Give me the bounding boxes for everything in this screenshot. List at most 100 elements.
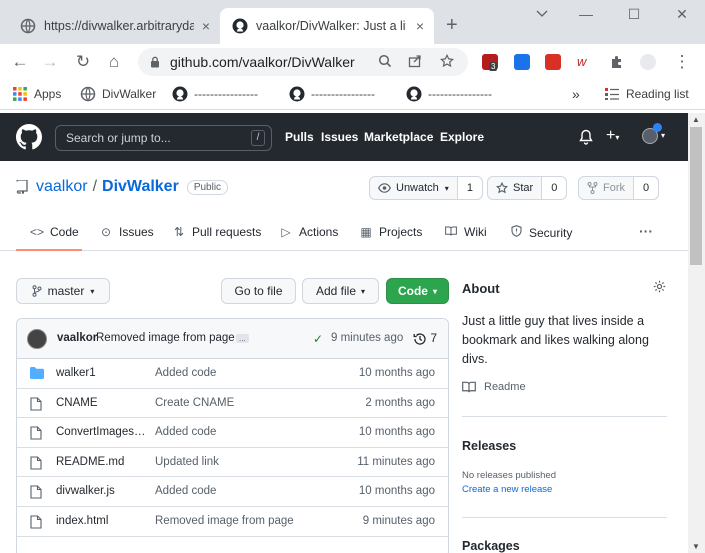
file-name-link[interactable]: index.html (56, 515, 146, 527)
browser-tab-divwalker-site[interactable]: https://divwalker.arbitraryda × (8, 8, 220, 44)
nav-explore[interactable]: Explore (440, 130, 484, 144)
file-commit-message[interactable]: Added code (155, 367, 216, 379)
forward-button[interactable]: → (40, 52, 60, 72)
gear-icon[interactable] (653, 280, 666, 296)
w-extension-icon[interactable]: w (577, 54, 593, 70)
search-shortcut-badge: / (251, 130, 265, 146)
chevron-down-icon[interactable]: ▾ (661, 131, 665, 140)
watch-button[interactable]: Unwatch ▾ 1 (369, 176, 483, 200)
create-new-plus-icon[interactable]: +▾ (606, 127, 619, 145)
chevron-down-icon: ▾ (90, 286, 95, 296)
file-commit-message[interactable]: Added code (155, 426, 216, 438)
profile-avatar[interactable] (640, 54, 656, 70)
browser-tab-github[interactable]: vaalkor/DivWalker: Just a little × (220, 8, 434, 44)
readme-link[interactable]: Readme (462, 381, 526, 393)
nav-issues[interactable]: Issues (321, 130, 358, 144)
file-row[interactable]: CNAME Create CNAME 2 months ago (17, 389, 448, 419)
commit-expand-button[interactable]: ... (236, 334, 249, 343)
file-row[interactable]: index.html Removed image from page 9 min… (17, 507, 448, 537)
star-count[interactable]: 0 (541, 177, 567, 199)
tab-close-icon[interactable]: × (416, 18, 424, 34)
file-commit-message[interactable]: Added code (155, 485, 216, 497)
scroll-down-arrow-icon[interactable]: ▼ (692, 542, 700, 551)
commit-author-link[interactable]: vaalkor (57, 332, 97, 344)
file-commit-message[interactable]: Removed image from page (155, 515, 294, 527)
scroll-up-arrow-icon[interactable]: ▲ (692, 115, 700, 124)
new-tab-button[interactable]: + (446, 14, 458, 37)
share-icon[interactable] (408, 54, 422, 71)
tab-pull-requests[interactable]: ⇅ Pull requests (172, 225, 261, 239)
commit-history-link[interactable]: 7 (413, 331, 437, 346)
dots-extension-icon[interactable] (545, 54, 561, 70)
code-dropdown-button[interactable]: Code ▾ (386, 278, 449, 304)
no-releases-text: No releases published (462, 470, 557, 481)
bookmark-github-2[interactable]: ---------------- (289, 86, 375, 102)
maximize-window-icon[interactable]: ☐ (622, 6, 646, 23)
check-icon[interactable]: ✓ (313, 332, 323, 346)
star-button[interactable]: Star 0 (487, 176, 568, 200)
user-avatar[interactable] (642, 123, 662, 144)
file-commit-message[interactable]: Updated link (155, 456, 219, 468)
puzzle-extensions-icon[interactable] (609, 54, 625, 70)
home-button[interactable]: ⌂ (104, 52, 124, 72)
address-bar[interactable]: github.com/vaalkor/DivWalker (138, 48, 468, 76)
github-search-input[interactable]: Search or jump to... / (55, 125, 272, 151)
tab-projects[interactable]: ▦ Projects (359, 225, 422, 239)
browser-toolbar: ← → ↻ ⌂ github.com/vaalkor/DivWalker 3 w… (0, 44, 705, 80)
commit-message-link[interactable]: Removed image from page (96, 332, 235, 344)
notification-bell-icon[interactable] (579, 129, 593, 148)
bookmark-github-1[interactable]: ---------------- (172, 86, 258, 102)
chevron-down-icon: ▾ (444, 183, 449, 193)
close-window-icon[interactable]: ✕ (670, 6, 694, 23)
bookmark-divwalker[interactable]: DivWalker (80, 86, 156, 102)
nav-pulls[interactable]: Pulls (285, 130, 314, 144)
bookmark-apps[interactable]: Apps (12, 86, 61, 102)
fork-count[interactable]: 0 (633, 177, 659, 199)
file-name-link[interactable]: README.md (56, 456, 146, 468)
bookmarks-overflow-button[interactable]: » (572, 86, 580, 102)
watch-label: Unwatch (396, 182, 439, 194)
author-avatar[interactable] (27, 329, 47, 349)
file-row[interactable]: README.md Updated link 11 minutes ago (17, 448, 448, 478)
file-name-link[interactable]: ConvertImages.... (56, 426, 146, 438)
file-row[interactable]: divwalker.js Added code 10 months ago (17, 477, 448, 507)
file-name-link[interactable]: CNAME (56, 397, 146, 409)
nav-marketplace[interactable]: Marketplace (364, 130, 433, 144)
reload-button[interactable]: ↻ (73, 52, 93, 72)
repo-owner-link[interactable]: vaalkor (36, 178, 88, 196)
file-name-link[interactable]: walker1 (56, 367, 146, 379)
file-row[interactable]: walker1 Added code 10 months ago (17, 359, 448, 389)
bookmark-star-icon[interactable] (440, 53, 454, 71)
browser-menu-icon[interactable]: ⋮ (672, 52, 692, 72)
file-commit-message[interactable]: Create CNAME (155, 397, 234, 409)
s-extension-icon[interactable] (514, 54, 530, 70)
packages-heading[interactable]: Packages (462, 539, 520, 553)
github-logo-icon[interactable] (16, 124, 42, 150)
tab-wiki[interactable]: Wiki (444, 225, 487, 239)
fork-button[interactable]: Fork 0 (578, 176, 660, 200)
minimize-button[interactable] (530, 6, 554, 22)
tab-issues[interactable]: ⊙ Issues (99, 225, 154, 239)
bookmark-github-3[interactable]: ---------------- (406, 86, 492, 102)
back-button[interactable]: ← (10, 52, 30, 72)
watch-count[interactable]: 1 (456, 177, 482, 199)
create-release-link[interactable]: Create a new release (462, 484, 552, 495)
tab-security[interactable]: Security (509, 225, 572, 240)
tab-code[interactable]: <> Code (30, 225, 79, 239)
file-name-link[interactable]: divwalker.js (56, 485, 146, 497)
scrollbar-thumb[interactable] (690, 127, 702, 265)
tab-actions[interactable]: ▷ Actions (279, 225, 338, 239)
minimize-window-icon[interactable]: — (574, 6, 598, 22)
tabs-more-button[interactable]: ··· (639, 223, 653, 239)
commit-time[interactable]: 9 minutes ago (331, 332, 403, 344)
repo-name-link[interactable]: DivWalker (102, 178, 179, 196)
file-row[interactable]: ConvertImages.... Added code 10 months a… (17, 418, 448, 448)
add-file-button[interactable]: Add file ▾ (302, 278, 379, 304)
releases-heading[interactable]: Releases (462, 439, 516, 453)
ublock-extension-icon[interactable]: 3 (482, 54, 498, 71)
branch-select-button[interactable]: master ▾ (16, 278, 110, 304)
page-scrollbar[interactable]: ▲ ▼ (688, 113, 705, 553)
go-to-file-button[interactable]: Go to file (221, 278, 296, 304)
tab-close-icon[interactable]: × (202, 18, 210, 34)
reading-list-button[interactable]: Reading list (604, 86, 689, 102)
